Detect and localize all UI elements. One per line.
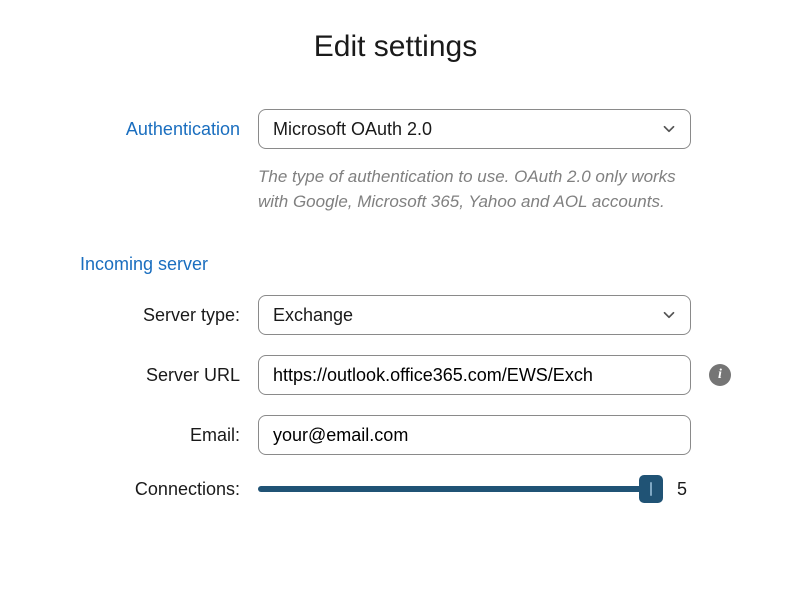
server-type-select[interactable]: Exchange bbox=[258, 295, 691, 335]
chevron-down-icon bbox=[660, 306, 678, 324]
slider-track bbox=[258, 486, 663, 492]
page-title: Edit settings bbox=[60, 30, 731, 64]
slider-thumb[interactable] bbox=[639, 475, 663, 503]
connections-slider-cell: 5 bbox=[258, 475, 691, 503]
server-type-selected-value: Exchange bbox=[273, 305, 353, 326]
authentication-select[interactable]: Microsoft OAuth 2.0 bbox=[258, 109, 691, 149]
server-type-label: Server type: bbox=[60, 305, 240, 326]
settings-form: Authentication Microsoft OAuth 2.0 The t… bbox=[60, 109, 731, 503]
chevron-down-icon bbox=[660, 120, 678, 138]
email-label: Email: bbox=[60, 425, 240, 446]
server-url-label: Server URL bbox=[60, 365, 240, 386]
connections-slider[interactable] bbox=[258, 475, 663, 503]
server-url-input[interactable] bbox=[258, 355, 691, 395]
email-input[interactable] bbox=[258, 415, 691, 455]
info-icon[interactable]: i bbox=[709, 364, 731, 386]
connections-value: 5 bbox=[677, 479, 691, 500]
connections-label: Connections: bbox=[60, 479, 240, 500]
authentication-help-text: The type of authentication to use. OAuth… bbox=[258, 165, 691, 214]
authentication-selected-value: Microsoft OAuth 2.0 bbox=[273, 119, 432, 140]
authentication-label: Authentication bbox=[60, 119, 240, 140]
incoming-server-section-label: Incoming server bbox=[60, 254, 731, 275]
